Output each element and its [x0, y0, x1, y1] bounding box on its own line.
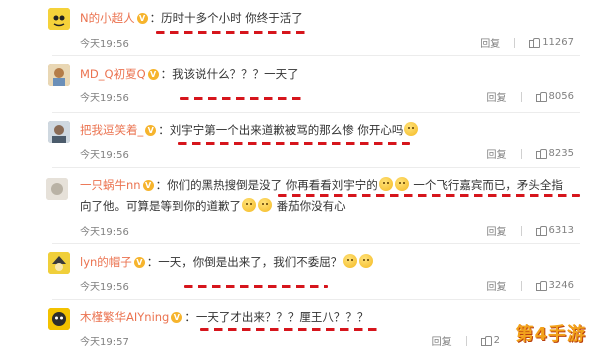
highlight-underline — [200, 328, 380, 331]
thumbs-up-icon — [535, 148, 547, 159]
verified-badge-icon: V — [136, 13, 148, 24]
smile-emoji-icon — [404, 122, 419, 136]
highlight-underline — [184, 285, 328, 288]
like-count: 6313 — [548, 225, 574, 236]
comment-feed: N的小超人 V ：历时十多个小时 你终于活了 今天19:56 回复 11267 MD… — [0, 0, 594, 354]
timestamp: 今天19:56 — [80, 282, 129, 293]
comment-text: 历时十多个小时 你终于活了 — [161, 11, 303, 25]
comment-text: 一天了才出来？？？厘王八？？？ — [195, 310, 369, 324]
divider — [520, 148, 522, 159]
like-button[interactable]: 8235 — [535, 148, 574, 159]
divider — [52, 243, 580, 244]
emoji-icon — [258, 198, 272, 212]
comment-text: 番茄你没有心 — [276, 199, 346, 213]
timestamp: 今天19:56 — [80, 93, 129, 104]
comment-actions: 回复 6313 — [487, 223, 574, 238]
comment-text: 刘宇宁第一个出来道歉被骂的那么惨 你开心吗 — [169, 123, 404, 137]
avatar[interactable] — [48, 64, 70, 86]
timestamp: 今天19:56 — [80, 227, 129, 238]
watermark-logo: 第4手游 — [515, 324, 586, 345]
like-count: 11267 — [542, 37, 574, 48]
reply-button[interactable]: 回复 — [487, 89, 507, 104]
divider — [52, 299, 580, 300]
verified-badge-icon: V — [133, 257, 145, 268]
divider — [520, 91, 522, 102]
like-count: 3246 — [548, 280, 574, 291]
divider — [52, 167, 580, 168]
verified-badge-icon: V — [145, 125, 157, 136]
timestamp: 今天19:57 — [80, 337, 129, 348]
username[interactable]: lyn的帽子 — [80, 255, 132, 269]
emoji-icon — [378, 177, 393, 191]
username[interactable]: 一只蜗牛nn — [80, 178, 141, 192]
comment-actions: 回复 8235 — [487, 146, 574, 161]
divider — [514, 37, 516, 48]
comment-text: 你们的黑热搜倒是没了 你再看看刘宇宁的 — [167, 178, 378, 192]
comment-text: 向了他。可算是等到你的道歉了 — [80, 199, 241, 213]
reply-button[interactable]: 回复 — [487, 223, 507, 238]
username[interactable]: N的小超人 — [80, 11, 135, 25]
highlight-underline — [178, 142, 410, 145]
thumbs-up-icon — [535, 280, 547, 291]
verified-badge-icon: V — [147, 69, 159, 80]
thumbs-up-icon — [535, 91, 547, 102]
emoji-icon — [394, 177, 409, 191]
avatar[interactable] — [48, 308, 70, 330]
verified-badge-icon: V — [142, 180, 154, 191]
like-count: 8056 — [548, 91, 574, 102]
timestamp: 今天19:56 — [80, 39, 129, 50]
comment-actions: 回复 3246 — [487, 278, 574, 293]
emoji-icon — [359, 254, 374, 268]
comment-actions: 回复 11267 — [480, 35, 574, 50]
like-button[interactable]: 2 — [480, 335, 500, 346]
reply-button[interactable]: 回复 — [487, 278, 507, 293]
comment-actions: 回复 2 — [432, 333, 500, 348]
like-count: 2 — [493, 335, 500, 346]
reply-button[interactable]: 回复 — [432, 333, 452, 348]
thumbs-up-icon — [480, 335, 492, 346]
thumbs-up-icon — [529, 37, 541, 48]
emoji-icon — [343, 254, 358, 268]
divider — [520, 280, 522, 291]
emoji-icon — [242, 198, 256, 212]
highlight-underline — [180, 97, 306, 100]
comment-text: 我该说什么？？？一天了 — [172, 67, 299, 81]
username[interactable]: MD_Q初夏Q — [80, 67, 146, 81]
avatar[interactable] — [48, 121, 70, 143]
divider — [52, 55, 580, 56]
timestamp: 今天19:56 — [80, 150, 129, 161]
like-button[interactable]: 3246 — [535, 280, 574, 291]
divider — [520, 225, 522, 236]
like-button[interactable]: 11267 — [529, 37, 574, 48]
reply-button[interactable]: 回复 — [480, 35, 500, 50]
like-count: 8235 — [548, 148, 574, 159]
verified-badge-icon: V — [171, 312, 183, 323]
like-button[interactable]: 6313 — [535, 225, 574, 236]
avatar[interactable] — [48, 8, 70, 30]
reply-button[interactable]: 回复 — [487, 146, 507, 161]
highlight-underline — [156, 31, 306, 34]
comment-actions: 回复 8056 — [487, 89, 574, 104]
comment-text: 一个飞行嘉宾而已，矛头全指 — [413, 178, 563, 192]
thumbs-up-icon — [535, 225, 547, 236]
comment-text: 一天，你倒是出来了，我们不委屈？ — [158, 255, 343, 269]
divider — [465, 335, 467, 346]
highlight-underline — [278, 194, 580, 197]
username[interactable]: 把我逗笑着_ — [80, 123, 143, 137]
avatar[interactable] — [48, 252, 70, 274]
username[interactable]: 木槿繁华AIYning — [80, 310, 169, 324]
avatar[interactable] — [46, 178, 68, 200]
like-button[interactable]: 8056 — [535, 91, 574, 102]
divider — [52, 112, 580, 113]
